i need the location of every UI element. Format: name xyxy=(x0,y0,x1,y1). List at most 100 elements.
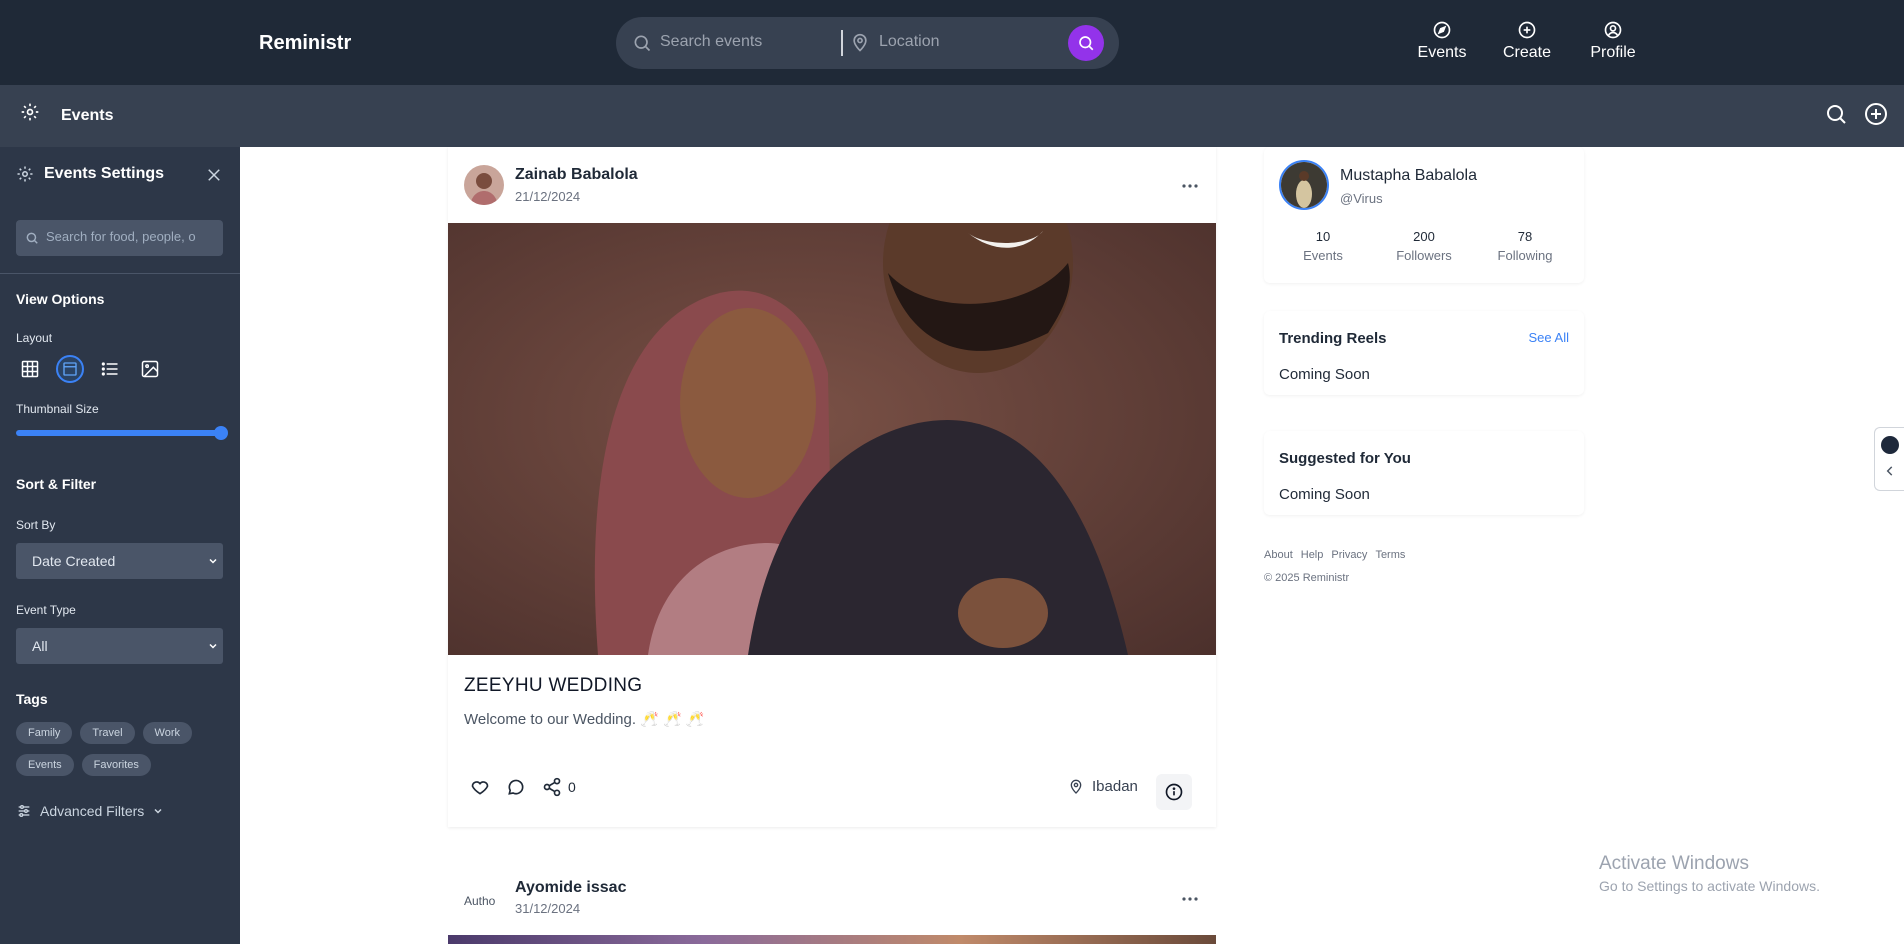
sidebar-search xyxy=(16,220,223,256)
event-type-select[interactable]: All xyxy=(16,628,223,664)
info-button[interactable] xyxy=(1156,774,1192,810)
nav-create[interactable]: Create xyxy=(1492,20,1562,62)
windows-watermark-subtitle: Go to Settings to activate Windows. xyxy=(1599,878,1820,894)
avatar[interactable] xyxy=(1279,160,1329,210)
subbar-title: Events xyxy=(61,107,114,124)
layout-label: Layout xyxy=(16,331,53,345)
stat-label: Events xyxy=(1303,248,1343,263)
avatar[interactable]: Autho xyxy=(464,878,504,918)
search-icon xyxy=(26,232,38,244)
tag-chip[interactable]: Events xyxy=(16,754,74,776)
location-input[interactable]: Location xyxy=(879,33,940,51)
sidebar-header: Events Settings xyxy=(16,165,164,183)
heart-icon[interactable] xyxy=(470,777,490,797)
stat-followers[interactable]: 200 Followers xyxy=(1379,229,1469,263)
nav-events[interactable]: Events xyxy=(1407,20,1477,62)
nav-profile[interactable]: Profile xyxy=(1578,20,1648,62)
footer-link[interactable]: Privacy xyxy=(1331,549,1367,561)
sort-by-value: Date Created xyxy=(32,553,116,569)
thumbnail-size-slider[interactable] xyxy=(16,426,228,440)
stat-value: 78 xyxy=(1517,229,1533,244)
event-post-card: Zainab Babalola 21/12/2024 ZEEYHU WEDDIN… xyxy=(448,147,1216,827)
tag-chip[interactable]: Work xyxy=(142,722,193,744)
avatar[interactable] xyxy=(464,165,504,205)
assistant-icon xyxy=(1881,436,1899,454)
event-photo[interactable] xyxy=(448,223,1216,655)
compass-icon xyxy=(1433,21,1451,39)
grid-icon xyxy=(21,360,39,378)
close-icon[interactable] xyxy=(205,166,223,184)
sort-by-select[interactable]: Date Created xyxy=(16,543,223,579)
advanced-filters-toggle[interactable]: Advanced Filters xyxy=(16,803,164,819)
post-location-label: Ibadan xyxy=(1092,778,1138,795)
gear-icon xyxy=(17,166,33,182)
see-all-link[interactable]: See All xyxy=(1529,330,1569,345)
search-icon xyxy=(1079,36,1094,51)
sort-by-label: Sort By xyxy=(16,518,56,532)
post-author[interactable]: Ayomide issac xyxy=(515,879,626,897)
slider-handle[interactable] xyxy=(214,426,228,440)
image-layout-button[interactable] xyxy=(136,355,164,383)
user-circle-icon xyxy=(1604,21,1622,39)
footer-link[interactable]: Terms xyxy=(1375,549,1405,561)
list-icon xyxy=(101,362,118,376)
post-date: 31/12/2024 xyxy=(515,901,581,916)
copyright: © 2025 Reministr xyxy=(1264,572,1350,584)
post-author[interactable]: Zainab Babalola xyxy=(515,166,638,184)
divider xyxy=(0,273,240,274)
search-submit-button[interactable] xyxy=(1068,25,1104,61)
event-type-label: Event Type xyxy=(16,603,76,617)
tag-chip[interactable]: Family xyxy=(16,722,73,744)
footer-link[interactable]: Help xyxy=(1301,549,1324,561)
events-subbar: Events xyxy=(0,85,1904,147)
plus-circle-icon[interactable] xyxy=(1864,102,1888,126)
search-divider xyxy=(841,30,843,56)
event-type-value: All xyxy=(32,638,48,654)
post-date: 21/12/2024 xyxy=(515,189,581,204)
search-icon[interactable] xyxy=(1824,102,1848,126)
location-pin-icon xyxy=(1070,779,1082,794)
stat-label: Followers xyxy=(1396,248,1452,263)
search-icon xyxy=(634,35,651,52)
post-title: ZEEYHU WEDDING xyxy=(464,675,643,696)
event-photo[interactable] xyxy=(448,935,1216,944)
plus-circle-icon xyxy=(1518,21,1536,39)
location-pin-icon xyxy=(853,33,867,52)
chevron-left-icon[interactable] xyxy=(1883,464,1897,478)
profile-name[interactable]: Mustapha Babalola xyxy=(1340,167,1477,185)
share-icon[interactable] xyxy=(542,777,562,797)
coming-soon-text: Coming Soon xyxy=(1279,366,1370,383)
tag-chip[interactable]: Favorites xyxy=(81,754,151,776)
brand-logo[interactable]: Reministr xyxy=(259,32,351,55)
stat-following[interactable]: 78 Following xyxy=(1480,229,1570,263)
trending-reels-card: Trending Reels See All Coming Soon xyxy=(1264,311,1584,395)
sidebar-title: Events Settings xyxy=(44,165,165,182)
more-options-icon[interactable] xyxy=(1181,896,1199,902)
more-options-icon[interactable] xyxy=(1181,183,1199,189)
top-navbar: Reministr Search events Location Events … xyxy=(0,0,1904,85)
events-settings-sidebar: Events Settings View Options Layout Thum… xyxy=(0,147,240,944)
suggested-card: Suggested for You Coming Soon xyxy=(1264,431,1584,515)
card-layout-button[interactable] xyxy=(56,355,84,383)
suggested-heading: Suggested for You xyxy=(1279,450,1411,467)
list-layout-button[interactable] xyxy=(96,355,124,383)
stat-events[interactable]: 10 Events xyxy=(1278,229,1368,263)
trending-reels-heading: Trending Reels xyxy=(1279,330,1387,347)
grid-layout-button[interactable] xyxy=(16,355,44,383)
post-location: Ibadan xyxy=(1068,778,1138,795)
footer-link[interactable]: About xyxy=(1264,549,1293,561)
side-panel-tab[interactable] xyxy=(1874,427,1904,491)
stat-value: 200 xyxy=(1413,229,1435,244)
image-icon xyxy=(141,360,159,378)
sliders-icon xyxy=(18,805,30,817)
tag-chip[interactable]: Travel xyxy=(80,722,135,744)
search-events-input[interactable]: Search events xyxy=(660,33,762,51)
comment-icon[interactable] xyxy=(506,777,526,797)
post-description: Welcome to our Wedding. 🥂 🥂 🥂 xyxy=(464,711,705,728)
gear-icon[interactable] xyxy=(20,102,40,122)
view-options-heading: View Options xyxy=(16,291,105,307)
stat-label: Following xyxy=(1497,248,1553,263)
post-actions: 0 xyxy=(470,777,576,797)
thumbnail-size-label: Thumbnail Size xyxy=(16,402,99,416)
sidebar-search-input[interactable] xyxy=(46,229,216,244)
